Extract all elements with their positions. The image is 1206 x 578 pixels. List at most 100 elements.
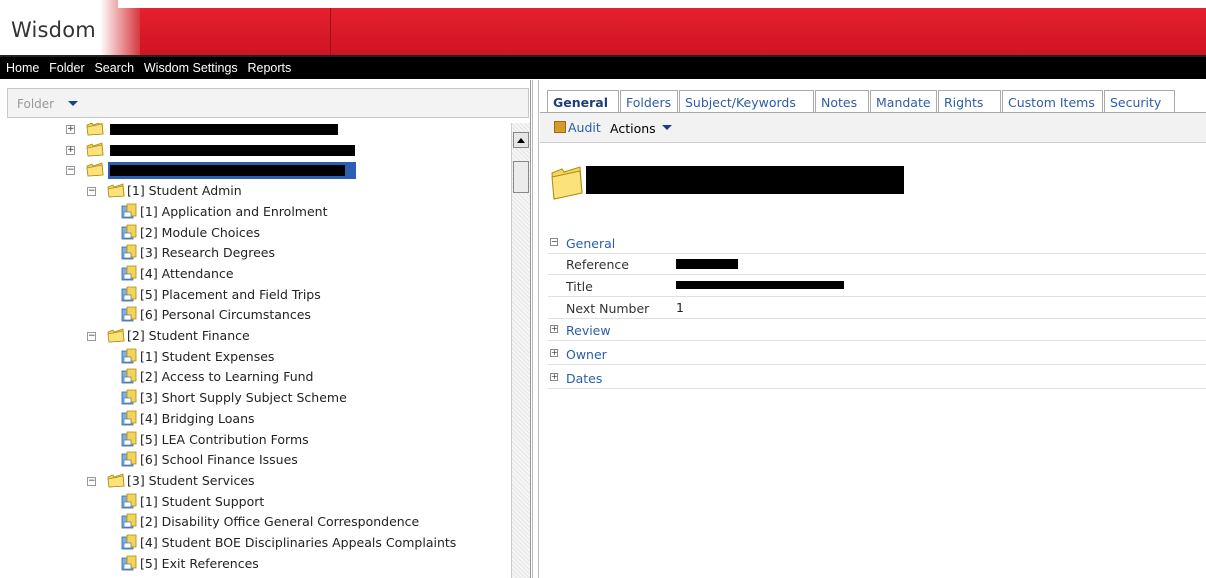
tree-doc-item[interactable]: [2] Disability Office General Correspond… <box>0 513 510 533</box>
folder-icon <box>107 473 125 488</box>
scroll-thumb[interactable] <box>513 161 529 193</box>
redacted-label <box>110 165 345 177</box>
audit-icon[interactable] <box>554 121 566 133</box>
document-folder-icon <box>121 306 138 323</box>
logo-text: Wisdom <box>11 18 96 42</box>
section-general[interactable]: − General <box>548 232 1206 254</box>
section-dates[interactable]: + Dates <box>548 367 1206 389</box>
property-label: Title <box>566 279 593 294</box>
menu-folder[interactable]: Folder <box>49 57 84 75</box>
tree-doc-item[interactable]: [4] Bridging Loans <box>0 410 510 430</box>
menu-wisdom-settings[interactable]: Wisdom Settings <box>144 57 238 75</box>
tree-doc-item[interactable]: [1] Student Support <box>0 493 510 513</box>
property-label: Reference <box>566 257 629 272</box>
folder-icon <box>107 328 125 343</box>
document-folder-icon <box>121 244 138 261</box>
tree-item-label: [3] Research Degrees <box>140 245 275 261</box>
tree-item-label: [4] Student BOE Disciplinaries Appeals C… <box>140 535 457 550</box>
tree-folder-item[interactable]: − [2] Student Finance <box>0 327 510 347</box>
tab-rights[interactable]: Rights <box>938 90 1001 113</box>
tab-general[interactable]: General <box>547 90 619 113</box>
collapse-icon[interactable]: − <box>87 187 96 197</box>
tree-folder-item[interactable]: − [1] Student Admin <box>0 182 510 202</box>
property-title: Title <box>548 276 1206 297</box>
expand-icon[interactable]: + <box>66 145 75 155</box>
document-folder-icon <box>121 368 138 385</box>
tree-doc-item[interactable]: [4] Student BOE Disciplinaries Appeals C… <box>0 534 510 554</box>
tree-doc-item[interactable]: [6] School Finance Issues <box>0 451 510 471</box>
collapse-icon[interactable]: − <box>87 332 96 341</box>
property-next-number: Next Number 1 <box>548 298 1206 319</box>
header-divider <box>330 8 331 55</box>
audit-link[interactable]: Audit <box>568 120 601 135</box>
section-review-label[interactable]: Review <box>566 323 611 338</box>
tree-doc-item[interactable]: [5] LEA Contribution Forms <box>0 431 510 451</box>
tree-item-label: [2] Access to Learning Fund <box>140 369 314 385</box>
scroll-up-button[interactable] <box>513 132 529 148</box>
expand-icon[interactable]: + <box>550 373 558 381</box>
tab-notes[interactable]: Notes <box>815 90 869 113</box>
section-general-label[interactable]: General <box>566 236 615 251</box>
expand-icon[interactable]: + <box>550 349 558 357</box>
menu-reports[interactable]: Reports <box>247 57 291 75</box>
menu-home[interactable]: Home <box>6 57 39 75</box>
tab-mandate[interactable]: Mandate <box>870 90 937 113</box>
section-owner[interactable]: + Owner <box>548 343 1206 365</box>
tree-doc-item[interactable]: [5] Exit References <box>0 555 510 575</box>
tree-item-label: [1] Application and Enrolment <box>140 203 328 219</box>
tree-folder-item[interactable]: − [3] Student Services <box>0 472 510 492</box>
collapse-icon[interactable]: − <box>66 166 75 176</box>
tree-doc-item[interactable]: [3] Research Degrees <box>0 244 510 264</box>
property-label: Next Number <box>566 301 650 316</box>
section-dates-label[interactable]: Dates <box>566 371 602 386</box>
tree-folder-item[interactable]: − <box>0 161 510 181</box>
menu-bar: Home Folder Search Wisdom Settings Repor… <box>0 55 1206 79</box>
pane-splitter[interactable] <box>532 80 539 578</box>
collapse-icon[interactable]: − <box>87 476 96 486</box>
menu-search[interactable]: Search <box>94 57 134 75</box>
header-strip <box>118 0 1206 8</box>
tree-item-label: [1] Student Support <box>140 493 265 509</box>
tree-doc-item[interactable]: [2] Access to Learning Fund <box>0 368 510 388</box>
tree-doc-item[interactable]: [5] Placement and Field Trips <box>0 286 510 306</box>
folder-icon <box>551 166 583 200</box>
chevron-down-icon[interactable] <box>68 101 78 106</box>
tree-doc-item[interactable]: [4] Attendance <box>0 265 510 285</box>
document-folder-icon <box>121 286 138 303</box>
folder-dropdown[interactable]: Folder <box>7 88 529 118</box>
folder-tree: + + − − [1] Student Admin [1] Application and… <box>0 123 510 578</box>
tab-folders[interactable]: Folders <box>620 90 678 113</box>
property-value: 1 <box>676 300 684 315</box>
tab-security[interactable]: Security <box>1104 90 1175 113</box>
property-reference: Reference <box>548 254 1206 275</box>
actions-menu[interactable]: Actions <box>610 121 656 136</box>
document-folder-icon <box>121 348 138 365</box>
tree-doc-item[interactable]: [6] Personal Circumstances <box>0 306 510 326</box>
folder-icon <box>86 162 104 177</box>
document-folder-icon <box>121 451 138 468</box>
section-review[interactable]: + Review <box>548 319 1206 341</box>
tab-custom-items[interactable]: Custom Items <box>1002 90 1103 113</box>
folder-pane: Folder + + − − [1] Student Admin [1] Applicat… <box>0 80 531 578</box>
tree-doc-item[interactable]: [1] Student Expenses <box>0 348 510 368</box>
tree-scrollbar[interactable] <box>511 123 530 578</box>
tree-folder-item[interactable]: + <box>0 123 510 140</box>
document-folder-icon <box>121 265 138 282</box>
redacted-title <box>586 166 904 194</box>
tree-folder-item[interactable]: + <box>0 141 510 161</box>
tree-doc-item[interactable]: [1] Application and Enrolment <box>0 203 510 223</box>
expand-icon[interactable]: + <box>66 125 75 134</box>
tree-doc-item[interactable]: [2] Module Choices <box>0 224 510 244</box>
tab-subject-keywords[interactable]: Subject/Keywords <box>679 90 814 113</box>
tree-doc-item[interactable]: [3] Short Supply Subject Scheme <box>0 389 510 409</box>
tree-item-label: [2] Module Choices <box>140 224 260 240</box>
redacted-label <box>110 124 338 135</box>
redacted-value <box>676 259 738 269</box>
chevron-down-icon[interactable] <box>662 125 672 130</box>
expand-icon[interactable]: + <box>550 325 558 333</box>
tree-item-label: [5] LEA Contribution Forms <box>140 431 309 447</box>
detail-toolbar: Audit Actions <box>540 113 1206 143</box>
redacted-label <box>110 144 355 156</box>
section-owner-label[interactable]: Owner <box>566 347 607 362</box>
collapse-icon[interactable]: − <box>550 238 558 246</box>
